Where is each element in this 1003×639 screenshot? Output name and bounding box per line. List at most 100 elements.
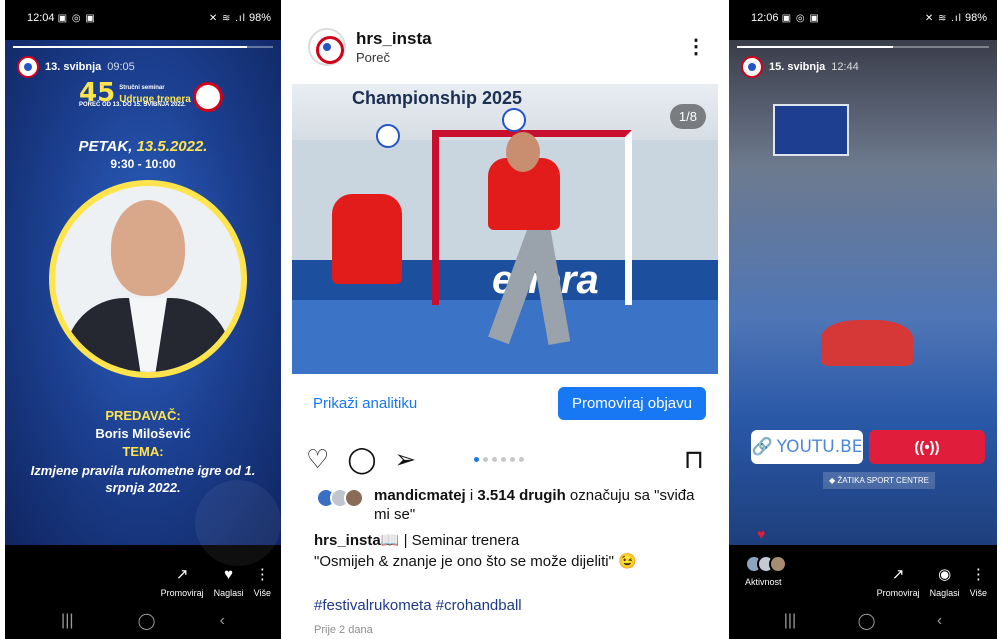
heart-icon: ♥: [757, 526, 766, 542]
goalkeeper-head: [506, 132, 540, 172]
story-panel-left: 12:04 ▣ ◎ ▣ ✕ ≋ .ıl 98% 13. svibnja 09:0…: [5, 0, 281, 639]
court-players: [821, 320, 913, 366]
post-caption: hrs_insta📖 | Seminar trenera "Osmijeh & …: [314, 530, 706, 572]
analytics-row: Prikaži analitiku Promoviraj objavu: [292, 384, 718, 422]
sticker-row: 🔗 YOUTU.BE ((•)): [751, 430, 985, 464]
notification-icons: ▣ ◎ ▣: [781, 13, 820, 24]
signal-icons: ✕ ≋ .ıl: [924, 13, 962, 24]
back-button[interactable]: ‹: [220, 612, 225, 630]
handball-ball: [502, 108, 526, 132]
post-hashtags[interactable]: #festivalrukometa #crohandball: [314, 597, 522, 614]
caption-username[interactable]: hrs_insta: [314, 532, 381, 549]
post-location[interactable]: Poreč: [356, 50, 432, 65]
recent-apps-button[interactable]: |||: [61, 612, 73, 630]
more-button[interactable]: ⋮ Više: [254, 566, 271, 598]
highlight-button[interactable]: ◉ Naglasi: [930, 566, 960, 598]
caption-line1: | Seminar trenera: [403, 532, 520, 549]
promote-label: Promoviraj: [876, 588, 920, 598]
location-sticker[interactable]: ◆ ŽATIKA SPORT CENTRE: [823, 472, 935, 489]
like-icon[interactable]: ♡: [306, 444, 329, 475]
image-counter: 1/8: [669, 104, 706, 129]
share-icon[interactable]: ➢: [394, 444, 416, 475]
likes-count[interactable]: 3.514 drugih: [477, 487, 565, 504]
more-button[interactable]: ⋮ Više: [970, 566, 987, 598]
more-options-icon[interactable]: ⋮: [686, 34, 706, 59]
story-progress-fill: [737, 46, 894, 48]
account-avatar[interactable]: [741, 56, 763, 78]
promote-post-button[interactable]: Promoviraj objavu: [557, 386, 706, 420]
story-time: 12:44: [831, 61, 859, 73]
day-date: 13.5.2022.: [136, 138, 208, 155]
more-label: Više: [969, 588, 987, 598]
highlight-icon: ◉: [938, 566, 952, 583]
more-vertical-icon: ⋮: [254, 566, 270, 583]
handball-ball: [376, 124, 400, 148]
likes-summary[interactable]: mandicmatej i 3.514 drugih označuju sa "…: [316, 486, 706, 524]
federation-logo: [193, 82, 223, 112]
status-time: 12:04: [27, 12, 55, 24]
link-text: YOUTU.BE: [776, 437, 863, 457]
day-prefix: PETAK,: [78, 138, 133, 155]
home-button[interactable]: ◯: [858, 611, 876, 631]
post-time-ago: Prije 2 dana: [314, 624, 373, 636]
story-image[interactable]: [729, 40, 997, 545]
carousel-dot: [500, 456, 506, 462]
carousel-indicator: [434, 456, 563, 462]
liker-username[interactable]: mandicmatej: [374, 487, 466, 504]
link-icon: 🔗: [751, 437, 773, 457]
back-button[interactable]: ‹: [937, 612, 942, 630]
link-sticker[interactable]: 🔗 YOUTU.BE: [751, 430, 863, 464]
trend-icon: ↗: [891, 566, 905, 583]
story-date: 13. svibnja: [45, 61, 102, 73]
event-place: POREČ OD 13. DO 15. SVIBNJA 2022.: [79, 102, 186, 108]
caption-line2: "Osmijeh & znanje je ono što se može dij…: [314, 553, 637, 570]
story-panel-right: 12:06 ▣ ◎ ▣ ✕ ≋ .ıl 98% 15. svibnja 12:4…: [729, 0, 997, 639]
account-avatar[interactable]: [308, 28, 346, 66]
event-time-range: 9:30 - 10:00: [110, 157, 176, 171]
live-icon: ((•)): [914, 438, 940, 456]
heart-circle-icon: ♥: [224, 566, 234, 583]
status-bar: 12:06 ▣ ◎ ▣ ✕ ≋ .ıl 98%: [729, 0, 997, 36]
banner-text: Championship 2025: [352, 88, 523, 108]
carousel-dot: [518, 456, 524, 462]
carousel-dot: [491, 456, 497, 462]
highlight-button[interactable]: ♥ Naglasi: [214, 566, 244, 598]
android-nav-bar: ||| ◯ ‹: [729, 603, 997, 639]
comment-icon[interactable]: ◯: [347, 444, 376, 475]
story-date: 15. svibnja: [769, 61, 826, 73]
trend-icon: ↗: [175, 566, 189, 583]
android-nav-bar: ||| ◯ ‹: [5, 603, 281, 639]
story-actions: ↗ Promoviraj ◉ Naglasi ⋮ Više: [729, 548, 997, 598]
story-progress-bar: [13, 46, 273, 48]
battery-level: 98%: [248, 12, 271, 24]
avatar: [344, 488, 364, 508]
instagram-post-panel: hrs_insta Poreč ⋮ Championship 2025 ener…: [292, 0, 718, 639]
battery-level: 98%: [964, 12, 987, 24]
carousel-dot: [509, 456, 515, 462]
status-time: 12:06: [751, 12, 779, 24]
speaker-name: Boris Milošević: [95, 426, 191, 441]
home-button[interactable]: ◯: [138, 611, 156, 631]
post-image[interactable]: Championship 2025 enera 1/8: [292, 84, 718, 374]
promote-button[interactable]: ↗ Promoviraj: [161, 566, 204, 598]
carousel-dot: [482, 456, 488, 462]
arena-screen: [773, 104, 849, 156]
status-bar: 12:04 ▣ ◎ ▣ ✕ ≋ .ıl 98%: [5, 0, 281, 36]
promote-button[interactable]: ↗ Promoviraj: [877, 566, 920, 598]
event-sub: Stručni seminar: [119, 85, 165, 91]
story-progress-fill: [13, 46, 247, 48]
view-insights-link[interactable]: Prikaži analitiku: [313, 395, 417, 412]
account-avatar[interactable]: [17, 56, 39, 78]
post-header: hrs_insta Poreč ⋮: [308, 28, 718, 66]
story-header: 13. svibnja 09:05: [17, 56, 135, 78]
book-emoji: 📖: [380, 532, 400, 549]
post-username[interactable]: hrs_insta: [356, 29, 432, 49]
live-sticker[interactable]: ((•)): [869, 430, 985, 464]
carousel-dot: [473, 456, 479, 462]
highlight-label: Naglasi: [213, 588, 244, 598]
liker-avatars: [316, 488, 364, 524]
save-icon[interactable]: ⊓: [684, 444, 704, 475]
recent-apps-button[interactable]: |||: [784, 612, 796, 630]
likes-connector: i: [469, 487, 474, 504]
story-time: 09:05: [107, 61, 135, 73]
